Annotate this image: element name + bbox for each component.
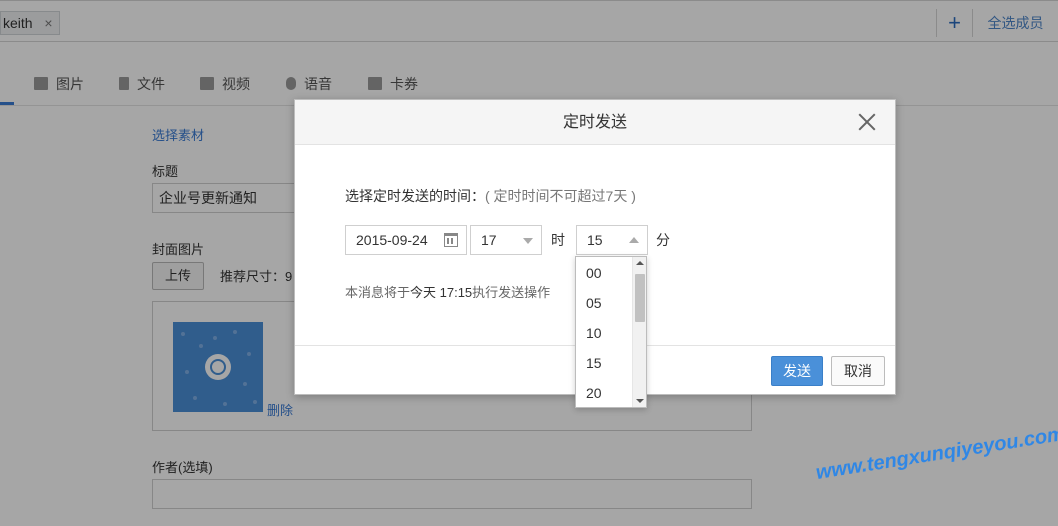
- date-picker[interactable]: 2015-09-24: [345, 225, 467, 255]
- minute-select[interactable]: 15: [576, 225, 648, 255]
- close-icon[interactable]: [855, 110, 879, 134]
- minute-option[interactable]: 05: [576, 288, 632, 318]
- dialog-title: 定时发送: [562, 114, 627, 131]
- schedule-notice: 本消息将于今天 17:15执行发送操作: [345, 282, 550, 301]
- minute-option[interactable]: 20: [576, 378, 632, 407]
- notice-time: 今天 17:15: [410, 285, 473, 300]
- scroll-up-icon[interactable]: [636, 261, 644, 265]
- scroll-down-icon[interactable]: [636, 399, 644, 403]
- minute-unit: 分: [656, 232, 670, 248]
- calendar-icon[interactable]: [444, 233, 458, 247]
- scrollbar-thumb[interactable]: [635, 274, 645, 322]
- dialog-header: 定时发送: [295, 100, 895, 145]
- dropdown-scrollbar[interactable]: [632, 257, 646, 407]
- chevron-down-icon: [523, 238, 533, 244]
- minute-option[interactable]: 15: [576, 348, 632, 378]
- hour-select[interactable]: 17: [470, 225, 542, 255]
- minute-dropdown-list: 00 05 10 15 20: [575, 256, 647, 408]
- chevron-up-icon: [629, 237, 639, 243]
- notice-suffix: 执行发送操作: [472, 285, 551, 300]
- minute-value: 15: [587, 232, 603, 248]
- cancel-button[interactable]: 取消: [831, 356, 885, 386]
- schedule-prompt: 选择定时发送的时间：( 定时时间不可超过7天 ): [345, 186, 636, 206]
- prompt-hint: ( 定时时间不可超过7天 ): [485, 188, 636, 204]
- hour-unit: 时: [551, 232, 565, 248]
- date-value: 2015-09-24: [356, 232, 428, 248]
- notice-prefix: 本消息将于: [345, 285, 411, 300]
- hour-value: 17: [481, 232, 497, 248]
- minute-option[interactable]: 10: [576, 318, 632, 348]
- prompt-text: 选择定时发送的时间：: [345, 188, 485, 204]
- send-button[interactable]: 发送: [771, 356, 823, 386]
- minute-option[interactable]: 00: [576, 258, 632, 288]
